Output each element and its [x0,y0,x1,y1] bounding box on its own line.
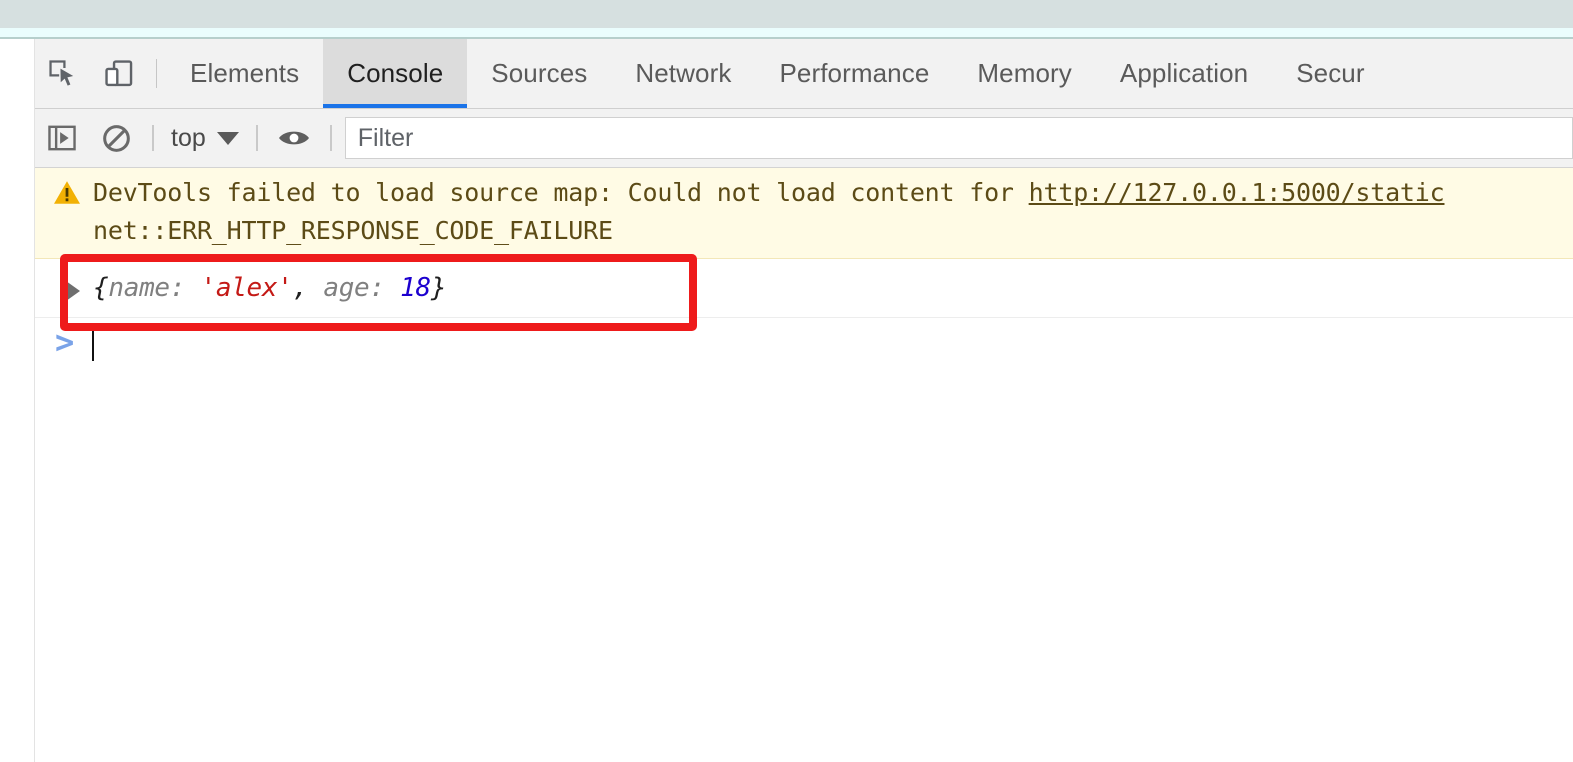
filter-input[interactable]: Filter [344,117,1573,159]
tab-sources-label: Sources [491,58,588,88]
object-open-brace: { [93,273,109,303]
tab-memory[interactable]: Memory [953,39,1096,108]
live-expression-eye-icon[interactable] [267,116,321,160]
tab-console-label: Console [347,58,444,88]
chevron-down-icon [216,131,239,145]
console-warning-line-1: DevTools failed to load source map: Coul… [35,174,1573,212]
object-key-age: age: [323,273,385,303]
console-message-list: DevTools failed to load source map: Coul… [35,168,1573,761]
filter-input-placeholder: Filter [357,123,414,152]
devtools-tabbar: Elements Console Sources Network Perform… [35,39,1573,109]
device-toolbar-icon[interactable] [91,39,147,108]
console-prompt-caret [92,327,94,361]
console-warning-line-2: net::ERR_HTTP_RESPONSE_CODE_FAILURE [93,216,613,245]
object-separator: , [292,273,324,303]
toolbar-divider-3 [329,125,332,151]
tab-memory-label: Memory [977,58,1072,88]
tab-elements-label: Elements [190,58,300,88]
console-sidebar-toggle-icon[interactable] [35,116,89,160]
object-space-1 [185,273,200,303]
console-sidebar-toggle-icon-glyph [48,125,76,151]
toolbar-divider-1 [152,125,154,151]
tab-network-label: Network [635,58,732,88]
object-key-name: name: [108,273,186,303]
tab-sources[interactable]: Sources [467,39,611,108]
warning-triangle-icon-glyph [54,181,80,204]
clear-console-icon[interactable] [89,116,143,160]
tab-console[interactable]: Console [323,39,468,108]
devtools-window: Elements Console Sources Network Perform… [35,39,1573,762]
warning-triangle-icon [52,178,82,213]
tabbar-divider [156,59,157,88]
page-left-gutter [0,39,35,762]
disclosure-triangle-icon[interactable] [66,281,80,301]
tab-performance[interactable]: Performance [755,39,953,108]
object-close-brace: } [430,273,447,303]
tab-security-label: Secur [1296,58,1365,88]
console-object-text: {name: 'alex', age: 18} [93,273,447,303]
console-warning-text: DevTools failed to load source map: Coul… [93,178,1029,207]
browser-chrome-light-band [0,28,1573,37]
device-toolbar-icon-glyph [105,59,133,86]
console-toolbar: top Filter [35,109,1573,168]
clear-console-icon-glyph [102,124,130,152]
inspect-element-icon[interactable] [35,39,91,108]
toolbar-divider-2 [255,125,258,151]
tab-network[interactable]: Network [611,39,755,108]
tab-application[interactable]: Application [1096,39,1272,108]
object-value-age: 18 [400,273,431,303]
live-expression-eye-icon-glyph [278,131,309,145]
console-object-result[interactable]: {name: 'alex', age: 18} [35,259,1573,318]
console-warning-source-link[interactable]: http://127.0.0.1:5000/static [1029,178,1445,207]
object-value-name: 'alex' [200,273,293,303]
browser-chrome-top-strip [0,0,1573,28]
tab-elements[interactable]: Elements [166,39,323,108]
console-prompt-row[interactable]: > [35,318,1573,370]
tab-security[interactable]: Secur [1272,39,1388,108]
tab-application-label: Application [1119,58,1249,88]
tab-performance-label: Performance [779,58,930,88]
console-prompt-chevron-icon: > [55,323,75,361]
execution-context-dropdown[interactable]: top [163,124,247,153]
inspect-element-icon-glyph [49,59,74,86]
execution-context-value: top [171,123,206,152]
console-warning-message[interactable]: DevTools failed to load source map: Coul… [35,168,1573,259]
object-space-2 [385,273,400,303]
